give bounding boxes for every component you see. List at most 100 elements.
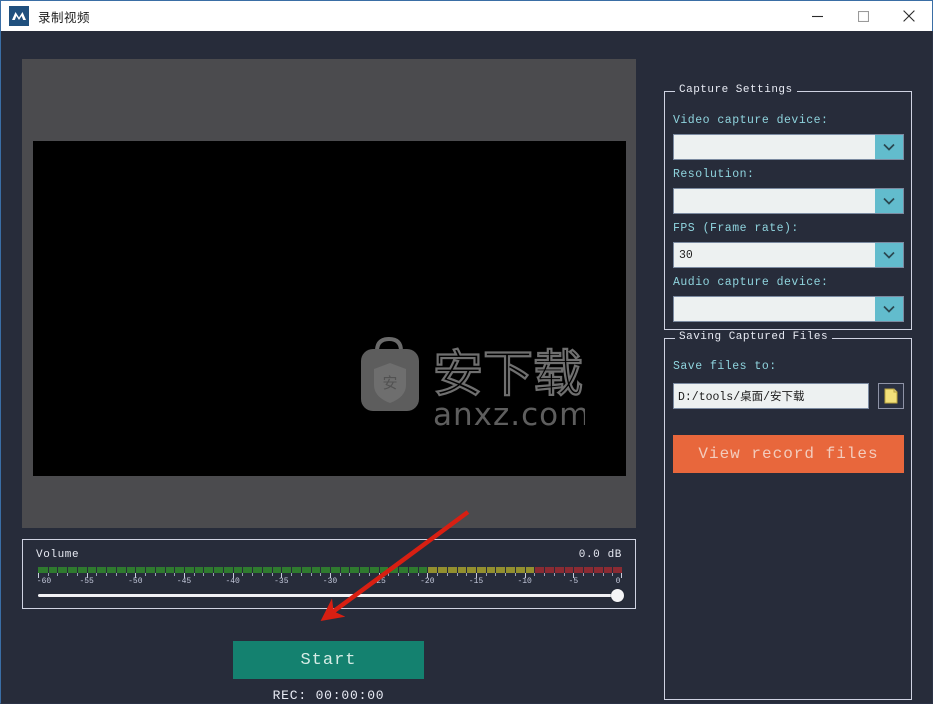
fps-value: 30 [679,248,693,262]
window-title: 录制视频 [38,9,91,25]
axis-minor-tick [213,573,215,576]
axis-minor-tick [96,573,98,576]
axis-minor-tick [193,573,195,576]
axis-minor-tick [553,573,555,576]
view-record-files-button[interactable]: View record files [673,435,904,473]
saving-captured-files-title: Saving Captured Files [675,331,833,343]
fps-label: FPS (Frame rate): [673,222,799,235]
audio-capture-device-select[interactable] [673,296,904,322]
resolution-value [674,189,875,213]
window-controls [794,1,932,31]
axis-minor-tick [174,573,176,576]
start-button[interactable]: Start [233,641,424,679]
title-bar: 录制视频 [0,0,933,31]
axis-minor-tick [339,573,341,576]
minimize-button[interactable] [794,1,840,31]
axis-tick-label: -10 [517,577,532,586]
axis-minor-tick [602,573,604,576]
axis-minor-tick [514,573,516,576]
axis-minor-tick [125,573,127,576]
axis-tick-label: -20 [420,577,435,586]
volume-db-readout: 0.0 dB [578,549,622,561]
axis-minor-tick [76,573,78,576]
axis-minor-tick [271,573,273,576]
axis-minor-tick [115,573,117,576]
axis-minor-tick [544,573,546,576]
axis-tick-label: 0 [615,577,621,586]
app-logo-icon [9,6,29,26]
window-body: 安 安下载 anxz.com Volume 0.0 dB -60 -55 -50 -4… [0,31,933,704]
video-preview-area: 安 安下载 anxz.com [33,141,626,476]
axis-minor-tick [505,573,507,576]
axis-minor-tick [359,573,361,576]
video-capture-device-select[interactable] [673,134,904,160]
rec-timer: REC: 00:00:00 [272,688,385,703]
chevron-down-icon[interactable] [875,135,903,159]
chevron-down-icon[interactable] [875,297,903,321]
chevron-down-icon[interactable] [875,189,903,213]
axis-minor-tick [583,573,585,576]
axis-minor-tick [300,573,302,576]
axis-major-tick [621,573,622,578]
axis-minor-tick [320,573,322,576]
axis-tick-label: -50 [128,577,143,586]
video-capture-device-label: Video capture device: [673,114,829,127]
resolution-label: Resolution: [673,168,755,181]
svg-text:安下载: 安下载 [433,345,583,403]
axis-minor-tick [154,573,156,576]
axis-minor-tick [291,573,293,576]
watermark: 安 安下载 anxz.com [355,329,589,434]
axis-minor-tick [466,573,468,576]
fps-select[interactable]: 30 [673,242,904,268]
axis-minor-tick [57,573,59,576]
axis-tick-label: -30 [322,577,338,586]
axis-minor-tick [417,573,419,576]
axis-minor-tick [106,573,108,576]
audio-capture-device-value [674,297,875,321]
maximize-button[interactable] [840,1,886,31]
axis-minor-tick [164,573,166,576]
axis-minor-tick [67,573,69,576]
axis-minor-tick [222,573,224,576]
axis-tick-label: -15 [468,577,484,586]
axis-minor-tick [437,573,439,576]
axis-tick-label: -40 [225,577,240,586]
axis-minor-tick [612,573,614,576]
folder-icon[interactable] [878,383,904,409]
resolution-select[interactable] [673,188,904,214]
capture-settings-group: Capture Settings Video capture device: R… [664,84,912,330]
axis-tick-label: -45 [176,577,192,586]
axis-minor-tick [349,573,351,576]
svg-text:安: 安 [382,374,397,392]
volume-slider-handle[interactable] [611,589,624,602]
capture-settings-title: Capture Settings [675,84,797,96]
axis-minor-tick [456,573,458,576]
axis-minor-tick [261,573,263,576]
axis-minor-tick [485,573,487,576]
volume-axis: -60 -55 -50 -45 -40 -35 -30 -25 -20 -15 -10 -5 0 [36,573,622,587]
axis-minor-tick [145,573,147,576]
volume-header: Volume 0.0 dB [36,548,622,562]
close-button[interactable] [886,1,932,31]
axis-minor-tick [446,573,448,576]
axis-tick-label: -5 [568,577,579,586]
save-path-input[interactable]: D:/tools/桌面/安下载 [673,383,869,409]
axis-tick-label: -25 [371,577,386,586]
axis-tick-label: -60 [36,577,52,586]
chevron-down-icon[interactable] [875,243,903,267]
axis-minor-tick [242,573,244,576]
app-window: 录制视频 安 安下载 anxz.com Volume 0.0 dB -60 -5… [0,0,933,704]
video-capture-device-value [674,135,875,159]
axis-minor-tick [388,573,390,576]
axis-minor-tick [203,573,205,576]
svg-text:anxz.com: anxz.com [433,397,585,433]
axis-tick-label: -55 [79,577,94,586]
axis-minor-tick [252,573,254,576]
axis-minor-tick [407,573,409,576]
preview-panel: 安 安下载 anxz.com [22,59,636,528]
volume-slider-track[interactable] [38,594,622,597]
axis-tick-label: -35 [274,577,289,586]
axis-minor-tick [398,573,400,576]
axis-minor-tick [310,573,312,576]
axis-minor-tick [368,573,370,576]
